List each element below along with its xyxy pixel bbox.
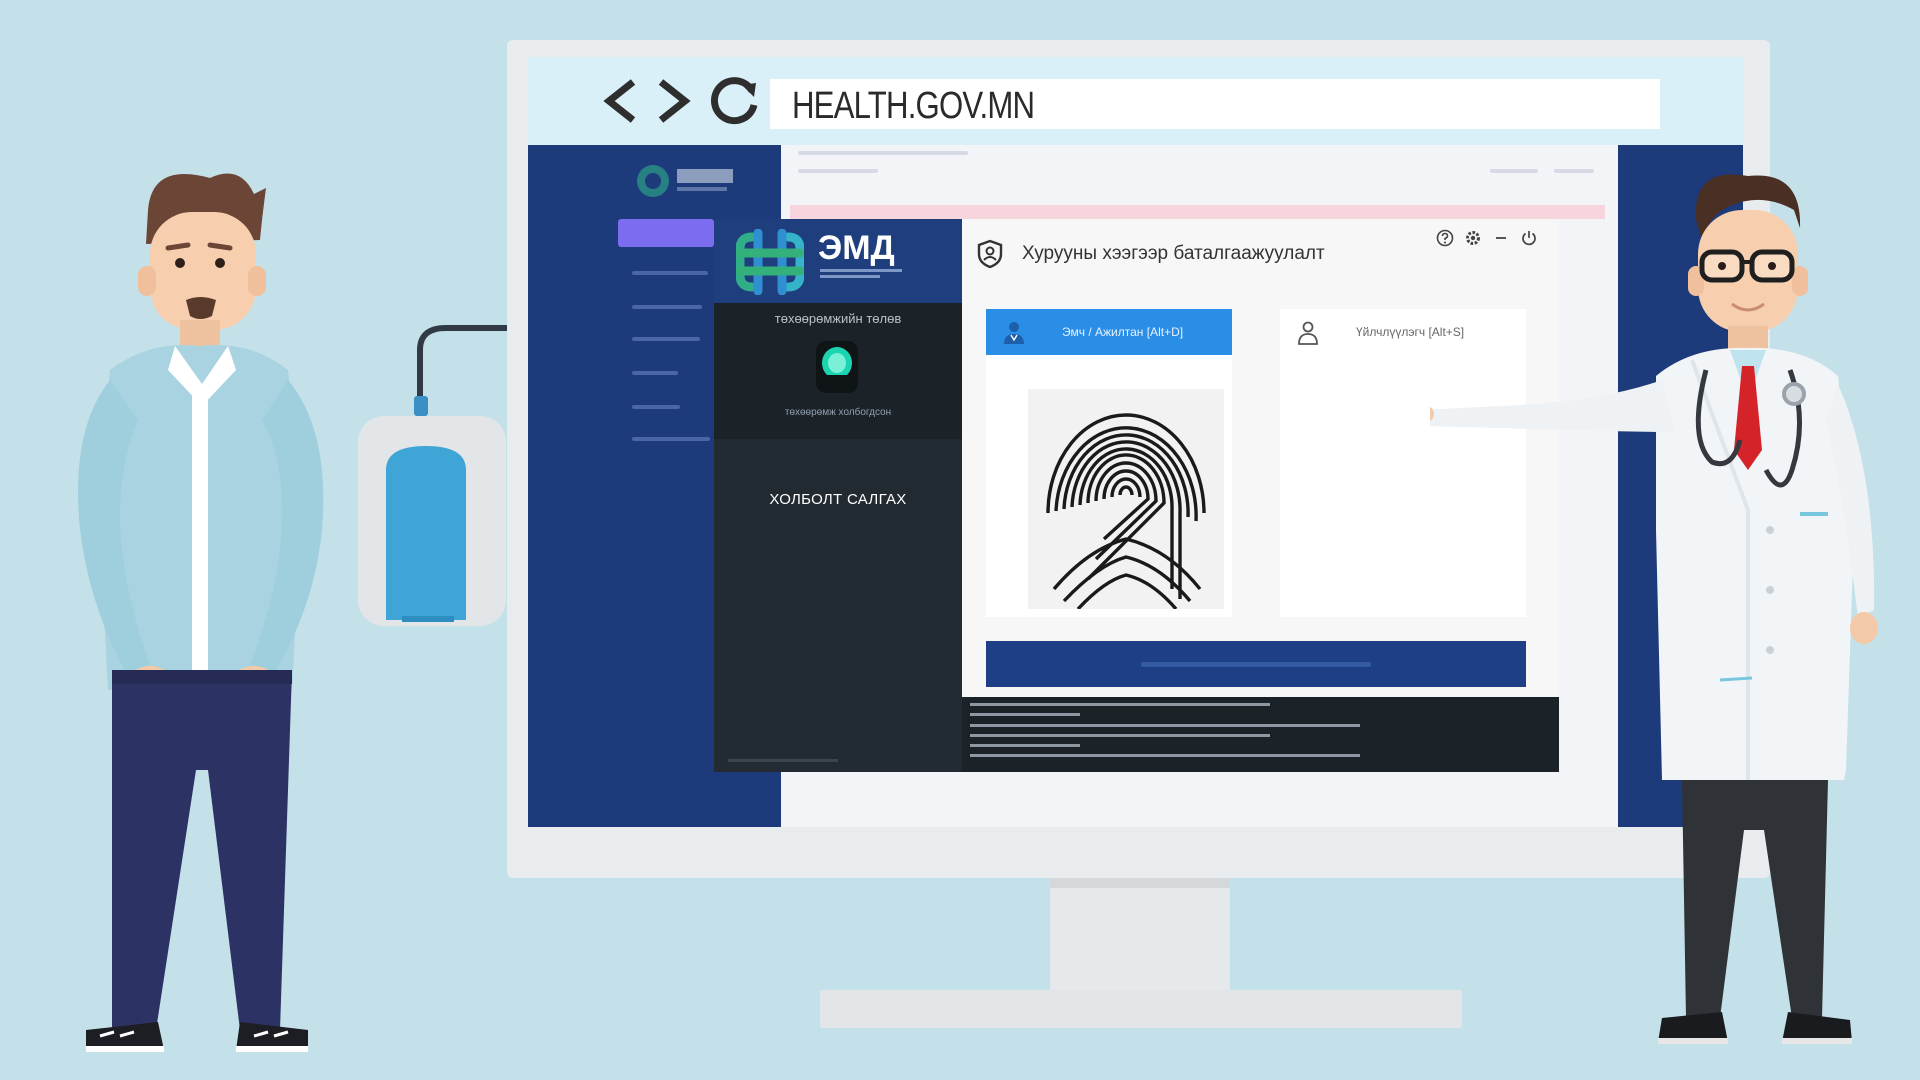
log-line [970, 724, 1360, 727]
forward-icon[interactable] [654, 77, 694, 125]
site-menu-item [632, 437, 710, 441]
logo-tagline [820, 275, 880, 278]
device-status-label: төхөөрөмжийн төлөв [774, 311, 902, 326]
verify-button-label [1141, 661, 1371, 667]
site-breadcrumb [798, 151, 968, 155]
site-menu-item [632, 405, 680, 409]
emd-logo-text: ЭМД [818, 229, 895, 267]
dialog-footer [728, 759, 838, 762]
site-subtitle [798, 169, 878, 173]
log-line [970, 703, 1270, 706]
monitor-stand-shadow [1050, 878, 1230, 888]
site-menu-item [632, 371, 678, 375]
dialog-title: Хурууны хээгээр баталгаажуулалт [1022, 243, 1325, 264]
log-line [970, 744, 1080, 747]
patient-icon [1290, 319, 1326, 345]
doctor-illustration [1430, 174, 1878, 1044]
site-menu-active [618, 219, 714, 247]
browser-toolbar: HEALTH.GOV.MN [528, 57, 1743, 145]
reload-icon[interactable] [708, 77, 760, 125]
url-text: HEALTH.GOV.MN [792, 85, 1035, 127]
log-line [970, 754, 1360, 757]
disconnect-button[interactable]: ХОЛБОЛТ САЛГАХ [714, 491, 962, 508]
logo-tagline [820, 269, 902, 272]
emd-logo-icon [736, 229, 804, 295]
site-menu-item [632, 305, 702, 309]
patient-illustration [78, 173, 324, 1052]
log-line [970, 713, 1080, 716]
site-menu-item [632, 337, 700, 341]
site-logo-icon [637, 165, 733, 197]
log-line [970, 734, 1270, 737]
site-menu-item [632, 271, 708, 275]
device-connected-status: төхөөрөмж холбогдсон [784, 407, 892, 418]
fingerprint-image-frame [1028, 389, 1224, 611]
tab-doctor[interactable]: Эмч / Ажилтан [Alt+D] [986, 309, 1232, 355]
doctor-icon [996, 319, 1032, 345]
fingerprint-icon [1046, 413, 1206, 611]
monitor-stand-base [820, 990, 1462, 1028]
scanner-device-icon [816, 341, 858, 393]
fingerprint-scanner-device [358, 325, 520, 626]
monitor-stand-neck [1050, 878, 1230, 990]
address-bar[interactable]: HEALTH.GOV.MN [770, 79, 1660, 129]
back-icon[interactable] [600, 77, 640, 125]
shield-user-icon [977, 239, 1003, 269]
tab-doctor-label: Эмч / Ажилтан [Alt+D] [1062, 325, 1184, 339]
